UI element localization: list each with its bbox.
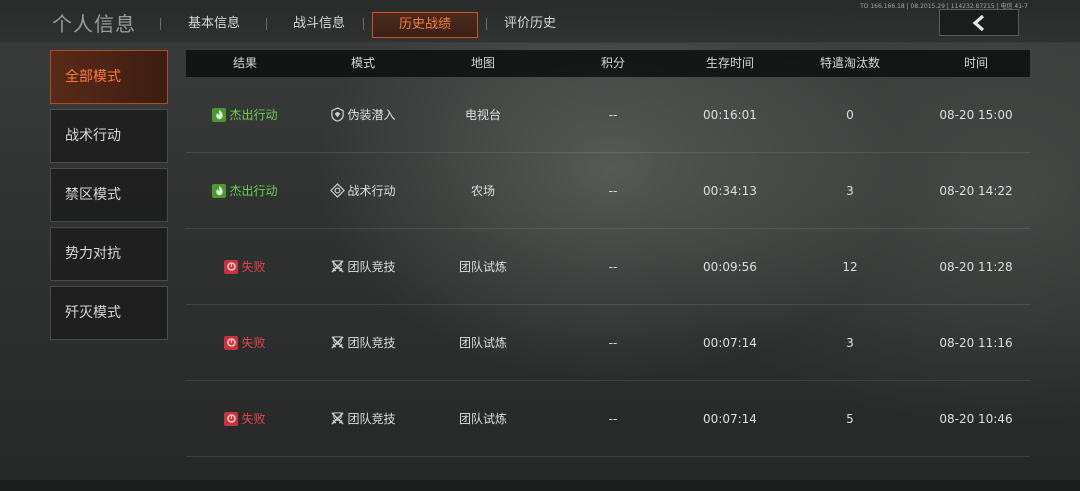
bottom-strip [0, 480, 1080, 491]
mode-sidebar: 全部模式 战术行动 禁区模式 势力对抗 歼灭模式 [50, 50, 168, 345]
time-cell: 08-20 15:00 [939, 107, 1013, 122]
tab-separator [266, 18, 267, 30]
mode-cell: 团队竞技 [304, 258, 422, 275]
mode-label: 战术行动 [347, 184, 396, 198]
survival-time-cell: 00:09:56 [703, 259, 757, 274]
result-badge-icon [224, 259, 239, 274]
map-cell: 团队试炼 [458, 260, 507, 274]
map-cell: 电视台 [464, 108, 501, 122]
mode-label: 团队竞技 [347, 412, 396, 426]
kills-cell: 5 [846, 411, 854, 426]
kills-cell: 12 [842, 259, 858, 274]
result-cell: 失败 [186, 258, 304, 275]
survival-time-cell: 00:07:14 [703, 411, 757, 426]
time-cell: 08-20 10:46 [939, 411, 1013, 426]
top-bar: 个人信息 基本信息 战斗信息 历史战绩 评价历史 TO 166.166.18 |… [0, 0, 1080, 43]
sidebar-item-faction[interactable]: 势力对抗 [50, 227, 168, 281]
score-cell: -- [608, 259, 618, 274]
sidebar-item-all-modes[interactable]: 全部模式 [50, 50, 168, 104]
kills-cell: 3 [846, 183, 854, 198]
survival-time-cell: 00:34:13 [703, 183, 757, 198]
tab-match-history[interactable]: 历史战绩 [372, 12, 478, 38]
tab-separator [486, 18, 487, 30]
back-arrow-icon [972, 14, 985, 31]
flame-icon [216, 185, 223, 196]
mode-cell: 伪装潜入 [304, 106, 422, 123]
score-cell: -- [608, 411, 618, 426]
mode-cell: 团队竞技 [304, 334, 422, 351]
map-cell: 团队试炼 [458, 412, 507, 426]
result-label: 杰出行动 [229, 184, 278, 198]
tab-battle-info[interactable]: 战斗信息 [285, 12, 353, 36]
column-header-result: 结果 [232, 56, 257, 70]
result-label: 失败 [241, 336, 266, 350]
result-badge-icon [212, 107, 227, 122]
fail-icon [227, 262, 236, 271]
tab-basic-info[interactable]: 基本信息 [180, 12, 248, 36]
mode-cell: 战术行动 [304, 182, 422, 199]
mode-label: 团队竞技 [347, 260, 396, 274]
team-battle-icon [331, 412, 345, 425]
tab-separator [160, 18, 161, 30]
time-cell: 08-20 11:28 [939, 259, 1013, 274]
team-battle-icon [331, 260, 345, 273]
mode-label: 团队竞技 [347, 336, 396, 350]
flame-icon [216, 109, 223, 120]
sidebar-item-annihilation[interactable]: 歼灭模式 [50, 286, 168, 340]
result-badge-icon [212, 183, 227, 198]
score-cell: -- [608, 335, 618, 350]
column-header-time: 时间 [963, 56, 988, 70]
column-header-kills: 特遣淘汰数 [819, 56, 880, 70]
sidebar-item-restricted-zone[interactable]: 禁区模式 [50, 168, 168, 222]
tactical-icon [330, 183, 346, 198]
score-cell: -- [608, 183, 618, 198]
match-history-table: 结果 模式 地图 积分 生存时间 特遣淘汰数 时间 杰出行动 伪装潜入 电视台 … [186, 50, 1030, 457]
result-badge-icon [224, 335, 239, 350]
table-body: 杰出行动 伪装潜入 电视台 -- 00:16:01 0 08-20 15:00 … [186, 77, 1030, 457]
result-badge-icon [224, 411, 239, 426]
disguise-icon [331, 107, 345, 122]
kills-cell: 0 [846, 107, 854, 122]
page-title: 个人信息 [52, 12, 136, 36]
column-header-survival: 生存时间 [705, 56, 754, 70]
result-cell: 杰出行动 [186, 106, 304, 123]
time-cell: 08-20 11:16 [939, 335, 1013, 350]
map-cell: 团队试炼 [458, 336, 507, 350]
table-row[interactable]: 杰出行动 战术行动 农场 -- 00:34:13 3 08-20 14:22 [186, 153, 1030, 229]
fail-icon [227, 414, 236, 423]
team-battle-icon [331, 336, 345, 349]
column-header-mode: 模式 [350, 56, 375, 70]
result-label: 失败 [241, 260, 266, 274]
mode-label: 伪装潜入 [347, 108, 396, 122]
table-row[interactable]: 失败 团队竞技 团队试炼 -- 00:07:14 5 08-20 10:46 [186, 381, 1030, 457]
score-cell: -- [608, 107, 618, 122]
sidebar-item-tactical[interactable]: 战术行动 [50, 109, 168, 163]
column-header-map: 地图 [470, 56, 495, 70]
result-cell: 失败 [186, 334, 304, 351]
result-cell: 杰出行动 [186, 182, 304, 199]
survival-time-cell: 00:16:01 [703, 107, 757, 122]
mode-cell: 团队竞技 [304, 410, 422, 427]
table-header: 结果 模式 地图 积分 生存时间 特遣淘汰数 时间 [186, 50, 1030, 77]
tab-separator [363, 18, 364, 30]
result-label: 杰出行动 [229, 108, 278, 122]
map-cell: 农场 [470, 184, 495, 198]
column-header-score: 积分 [600, 56, 625, 70]
result-cell: 失败 [186, 410, 304, 427]
table-row[interactable]: 杰出行动 伪装潜入 电视台 -- 00:16:01 0 08-20 15:00 [186, 77, 1030, 153]
back-button[interactable] [939, 9, 1019, 36]
survival-time-cell: 00:07:14 [703, 335, 757, 350]
tab-review-history[interactable]: 评价历史 [496, 12, 564, 36]
table-row[interactable]: 失败 团队竞技 团队试炼 -- 00:07:14 3 08-20 11:16 [186, 305, 1030, 381]
table-row[interactable]: 失败 团队竞技 团队试炼 -- 00:09:56 12 08-20 11:28 [186, 229, 1030, 305]
fail-icon [227, 338, 236, 347]
result-label: 失败 [241, 412, 266, 426]
time-cell: 08-20 14:22 [939, 183, 1013, 198]
kills-cell: 3 [846, 335, 854, 350]
